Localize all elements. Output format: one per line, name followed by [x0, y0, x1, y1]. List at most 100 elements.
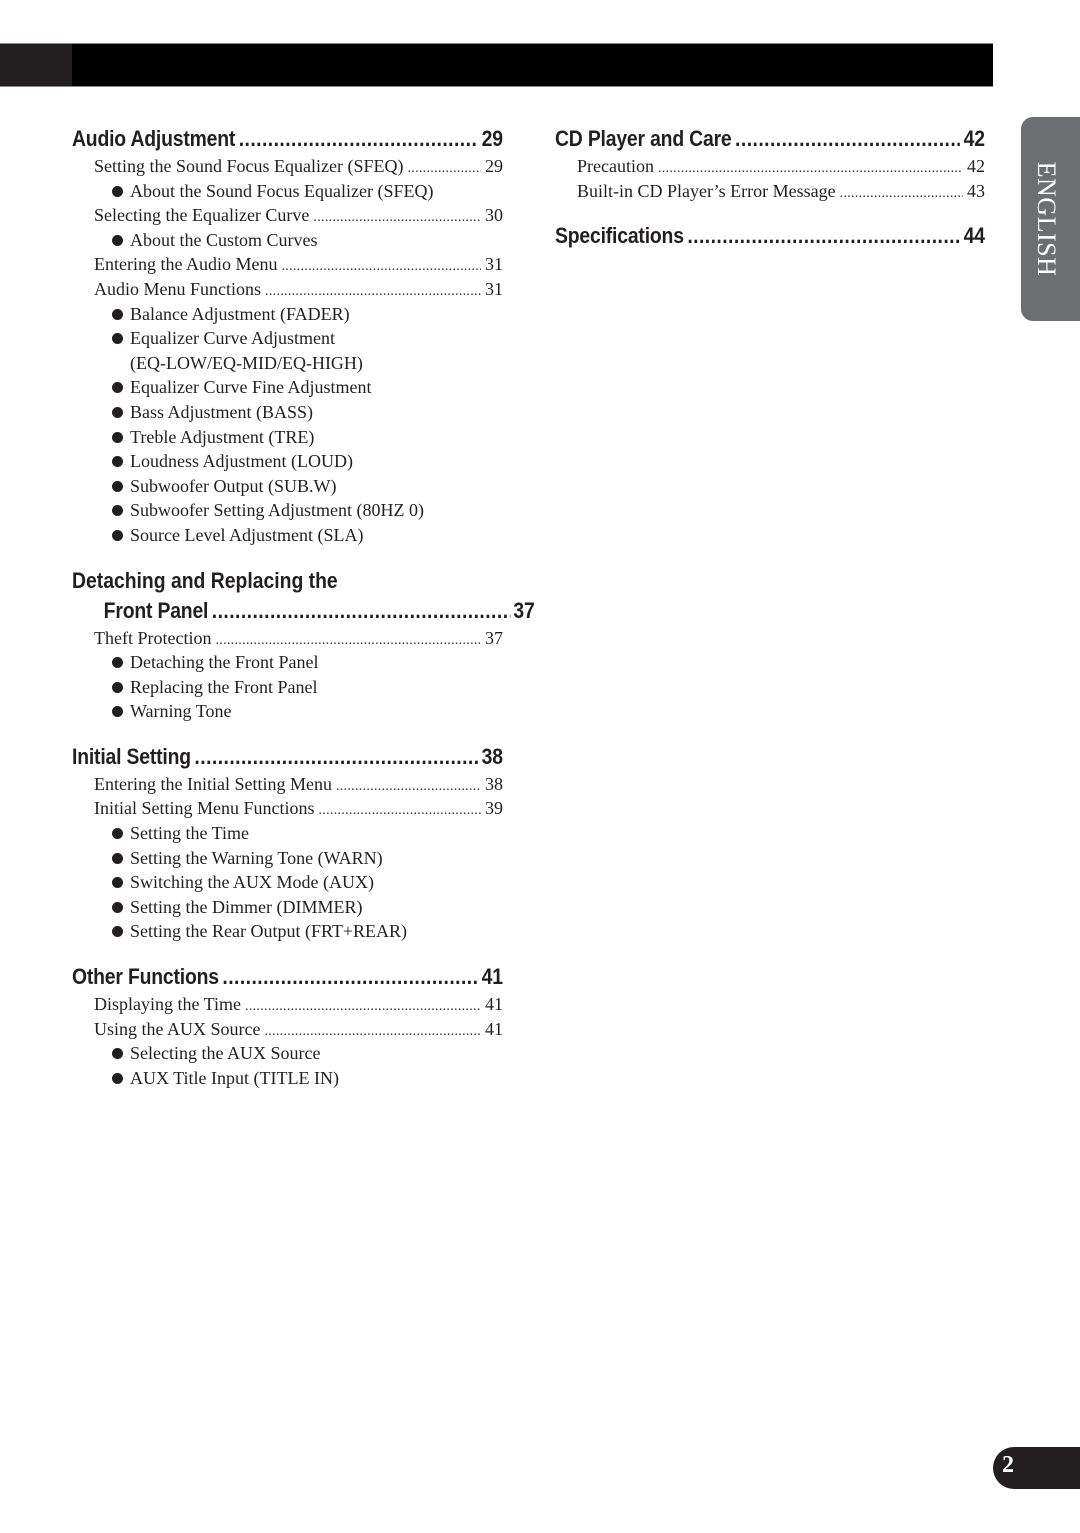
- toc-item-label: Precaution: [577, 156, 654, 176]
- toc-item[interactable]: Built-in CD Player’s Error Message 43: [555, 179, 985, 204]
- toc-item[interactable]: Audio Menu Functions 31: [72, 277, 503, 302]
- toc-item-page: 29: [485, 156, 503, 176]
- toc-section-cd-player: CD Player and Care 42 Precaution 42 Built…: [555, 124, 985, 203]
- toc-bullet[interactable]: Selecting the AUX Source: [72, 1041, 503, 1066]
- toc-item[interactable]: Selecting the Equalizer Curve 30: [72, 203, 503, 228]
- section-page: 38: [481, 743, 503, 769]
- section-heading[interactable]: Specifications 44: [555, 221, 985, 251]
- section-heading[interactable]: Front Panel 37: [72, 596, 535, 626]
- toc-bullet-label: Switching the AUX Mode (AUX): [130, 872, 374, 893]
- toc-item[interactable]: Precaution 42: [555, 154, 985, 179]
- toc-bullet[interactable]: Bass Adjustment (BASS): [72, 400, 503, 425]
- bullet-icon: [112, 480, 123, 492]
- toc-item[interactable]: Entering the Audio Menu 31: [72, 252, 503, 277]
- toc-bullet-label: Source Level Adjustment (SLA): [130, 524, 364, 545]
- toc-bullet[interactable]: Subwoofer Setting Adjustment (80HZ 0): [72, 498, 503, 523]
- toc-bullet-label: Equalizer Curve Adjustment: [130, 328, 335, 349]
- toc-item[interactable]: Displaying the Time 41: [72, 992, 503, 1017]
- bullet-icon: [112, 431, 123, 443]
- toc-item[interactable]: Entering the Initial Setting Menu 38: [72, 772, 503, 797]
- section-heading[interactable]: Initial Setting 38: [72, 742, 503, 772]
- section-title: Audio Adjustment: [72, 126, 236, 151]
- toc-bullet[interactable]: Balance Adjustment (FADER): [72, 302, 503, 327]
- leader-dots: [687, 221, 960, 251]
- toc-bullet-label: Replacing the Front Panel: [130, 676, 318, 697]
- section-heading[interactable]: CD Player and Care 42: [555, 124, 985, 154]
- toc-item[interactable]: Initial Setting Menu Functions 39: [72, 796, 503, 821]
- toc-item-page: 39: [485, 798, 503, 819]
- toc-bullet[interactable]: Equalizer Curve Adjustment: [72, 326, 503, 351]
- section-title: Other Functions: [72, 964, 219, 990]
- toc-bullet-label: Setting the Time: [130, 823, 250, 844]
- toc-bullet[interactable]: Setting the Rear Output (FRT+REAR): [72, 919, 503, 944]
- toc-bullet-label: Bass Adjustment (BASS): [130, 401, 314, 422]
- toc-bullet[interactable]: Switching the AUX Mode (AUX): [72, 870, 503, 895]
- toc-section-other-functions: Other Functions 41 Displaying the Time 41…: [72, 962, 503, 1090]
- leader-dots: [239, 124, 478, 154]
- toc-bullet-label: AUX Title Input (TITLE IN): [130, 1067, 339, 1088]
- bullet-icon: [112, 185, 123, 197]
- bullet-icon: [112, 681, 123, 693]
- toc-item-page: 31: [485, 278, 503, 299]
- leader-dots: [313, 203, 481, 231]
- toc-item[interactable]: Using the AUX Source 41: [72, 1017, 503, 1042]
- toc-item-label: Audio Menu Functions: [94, 278, 262, 299]
- toc-item-page: 41: [485, 1018, 503, 1039]
- toc-item[interactable]: Theft Protection 37: [72, 626, 503, 651]
- toc-item-label: Setting the Sound Focus Equalizer (SFEQ): [94, 156, 404, 176]
- toc-bullet[interactable]: Equalizer Curve Fine Adjustment: [72, 375, 503, 400]
- leader-dots: [265, 277, 481, 305]
- language-tab[interactable]: ENGLISH: [1021, 117, 1080, 321]
- bullet-icon: [112, 505, 123, 517]
- toc-bullet[interactable]: Setting the Time: [72, 821, 503, 846]
- toc-bullet-label: Setting the Warning Tone (WARN): [130, 847, 383, 868]
- section-title: Specifications: [555, 223, 684, 249]
- toc-right-column: CD Player and Care 42 Precaution 42 Built…: [555, 124, 985, 269]
- bullet-icon: [112, 852, 123, 864]
- toc-bullet-label: Setting the Rear Output (FRT+REAR): [130, 921, 408, 942]
- toc-bullet[interactable]: Setting the Warning Tone (WARN): [72, 846, 503, 871]
- toc-bullet[interactable]: Source Level Adjustment (SLA): [72, 523, 503, 548]
- toc-item-label: Theft Protection: [94, 627, 212, 648]
- language-tab-label: ENGLISH: [1032, 161, 1061, 277]
- section-page: 42: [963, 126, 985, 151]
- bullet-icon: [112, 456, 123, 468]
- bullet-icon: [112, 406, 123, 418]
- toc-item[interactable]: Setting the Sound Focus Equalizer (SFEQ)…: [72, 154, 503, 179]
- toc-item-page: 37: [485, 627, 503, 648]
- section-heading[interactable]: Audio Adjustment 29: [72, 124, 503, 154]
- toc-bullet-label: Subwoofer Setting Adjustment (80HZ 0): [130, 500, 424, 521]
- toc-bullet[interactable]: Loudness Adjustment (LOUD): [72, 449, 503, 474]
- bullet-icon: [112, 901, 123, 913]
- section-heading[interactable]: Other Functions 41: [72, 962, 503, 992]
- toc-item-label: Built-in CD Player’s Error Message: [577, 180, 836, 201]
- toc-bullet[interactable]: Subwoofer Output (SUB.W): [72, 474, 503, 499]
- toc-bullet-label: Subwoofer Output (SUB.W): [130, 475, 337, 496]
- toc-left-column: Audio Adjustment 29 Setting the Sound Fo…: [72, 124, 535, 1108]
- toc-section-audio-adjustment: Audio Adjustment 29 Setting the Sound Fo…: [72, 124, 503, 548]
- leader-dots: [264, 1017, 481, 1045]
- toc-item-page: 31: [485, 254, 503, 275]
- toc-item-label: Entering the Audio Menu: [94, 254, 278, 275]
- toc-bullet[interactable]: Replacing the Front Panel: [72, 675, 503, 700]
- section-heading-line1[interactable]: Detaching and Replacing the: [72, 566, 503, 596]
- toc-bullet[interactable]: Setting the Dimmer (DIMMER): [72, 895, 503, 920]
- toc-bullet[interactable]: Warning Tone: [72, 699, 503, 724]
- toc-bullet[interactable]: About the Custom Curves: [72, 228, 503, 253]
- toc-bullet-continuation: (EQ-LOW/EQ-MID/EQ-HIGH): [72, 351, 503, 376]
- page-number-badge: 2: [993, 1447, 1080, 1489]
- page-number: 2: [1002, 1452, 1014, 1478]
- toc-section-initial-setting: Initial Setting 38 Entering the Initial …: [72, 742, 503, 944]
- toc-item-label: Selecting the Equalizer Curve: [94, 205, 310, 226]
- toc-bullet[interactable]: Treble Adjustment (TRE): [72, 425, 503, 450]
- section-page: 44: [963, 223, 985, 249]
- toc-bullet[interactable]: About the Sound Focus Equalizer (SFEQ): [72, 179, 503, 204]
- toc-bullet[interactable]: AUX Title Input (TITLE IN): [72, 1066, 503, 1091]
- toc-bullet-label: Setting the Dimmer (DIMMER): [130, 896, 363, 917]
- toc-bullet[interactable]: Detaching the Front Panel: [72, 650, 503, 675]
- bullet-icon: [112, 234, 123, 246]
- bullet-icon: [112, 382, 123, 394]
- toc-bullet-label: About the Sound Focus Equalizer (SFEQ): [130, 180, 434, 201]
- header-bar-accent: [0, 44, 72, 86]
- section-page: 29: [481, 126, 503, 151]
